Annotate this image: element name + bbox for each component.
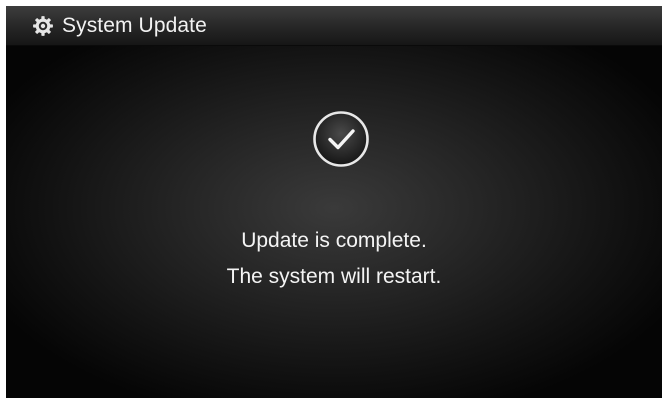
- gear-icon: [33, 16, 53, 36]
- status-message-line2: The system will restart.: [226, 265, 442, 288]
- update-status-panel: Update is complete. The system will rest…: [6, 46, 662, 398]
- checkmark-circle-icon: [313, 111, 369, 167]
- title-bar: System Update: [6, 6, 662, 46]
- screen-frame: System Update Update is complete. The sy…: [6, 6, 662, 398]
- page-title: System Update: [62, 14, 207, 37]
- status-message-line1: Update is complete.: [241, 229, 427, 252]
